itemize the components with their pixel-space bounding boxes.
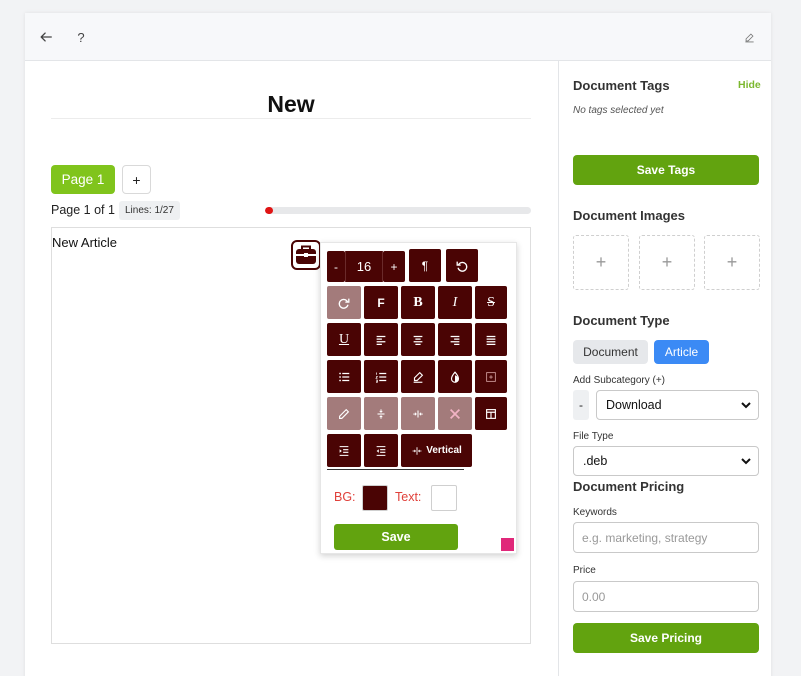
italic-button[interactable]: I [438, 286, 472, 319]
text-color-label: Text: [395, 490, 422, 504]
align-center-icon[interactable] [401, 323, 435, 356]
underline-button[interactable]: U [327, 323, 361, 356]
bullet-list-icon[interactable] [327, 360, 361, 393]
align-right-icon[interactable] [438, 323, 472, 356]
editor-card: ? New Page 1 + Page 1 of 1 Lines: 1/27 N… [25, 13, 771, 676]
indent-icon[interactable] [327, 434, 361, 467]
lines-progress-bar [265, 207, 531, 214]
pricing-heading: Document Pricing [573, 479, 685, 494]
vertical-split-icon [412, 446, 422, 455]
document-title: New [267, 91, 315, 117]
price-input[interactable]: 0.00 [573, 581, 759, 612]
split-column-icon[interactable] [401, 397, 435, 430]
toolbox-save-button[interactable]: Save [334, 524, 458, 550]
lines-progress-fill [265, 207, 273, 214]
sidebar: Document Tags Hide No tags selected yet … [558, 61, 771, 676]
font-size-decrease-button[interactable]: - [327, 251, 345, 282]
undo-icon[interactable] [446, 249, 478, 282]
type-document-button[interactable]: Document [573, 340, 648, 364]
save-tags-button[interactable]: Save Tags [573, 155, 759, 185]
highlight-pen-icon[interactable] [401, 360, 435, 393]
tab-page-1[interactable]: Page 1 [51, 165, 115, 194]
file-type-value: .deb [583, 454, 608, 468]
subcategory-select[interactable]: Download [596, 390, 759, 420]
strikethrough-button[interactable]: S [475, 286, 507, 319]
no-tags-text: No tags selected yet [573, 105, 664, 116]
briefcase-icon[interactable] [291, 240, 321, 270]
remove-subcategory-button[interactable]: - [573, 390, 589, 420]
images-heading: Document Images [573, 208, 685, 223]
toolbox-divider [327, 469, 464, 470]
split-row-icon[interactable] [364, 397, 398, 430]
pencil-icon[interactable] [327, 397, 361, 430]
editor-content[interactable]: New Article [52, 235, 117, 250]
help-button[interactable]: ? [71, 27, 91, 47]
align-left-icon[interactable] [364, 323, 398, 356]
edit-icon[interactable] [739, 27, 759, 47]
insert-box-icon[interactable] [475, 360, 507, 393]
align-justify-icon[interactable] [475, 323, 507, 356]
numbered-list-icon[interactable] [364, 360, 398, 393]
price-label: Price [573, 565, 596, 576]
font-family-button[interactable]: F [364, 286, 398, 319]
paragraph-button[interactable]: ¶ [409, 249, 441, 282]
page-info: Page 1 of 1 [51, 203, 115, 217]
bg-color-label: BG: [334, 490, 356, 504]
document-editor-area: New Page 1 + Page 1 of 1 Lines: 1/27 New… [25, 61, 558, 676]
type-article-button[interactable]: Article [654, 340, 709, 364]
font-size-increase-button[interactable]: + [383, 251, 405, 282]
add-image-slot[interactable]: + [573, 235, 629, 290]
hide-tags-link[interactable]: Hide [738, 79, 761, 91]
bg-color-swatch[interactable] [362, 485, 388, 511]
chevron-down-icon [741, 458, 751, 465]
color-drop-icon[interactable] [438, 360, 472, 393]
redo-icon[interactable] [327, 286, 361, 319]
file-type-select[interactable]: .deb [573, 446, 759, 476]
title-divider [51, 118, 531, 119]
tags-heading: Document Tags [573, 78, 670, 93]
vertical-split-label: Vertical [426, 445, 462, 456]
vertical-split-button[interactable]: Vertical [401, 434, 472, 467]
add-image-slot[interactable]: + [704, 235, 760, 290]
formatting-toolbox: - 16 + ¶ F B I S U Vertical BG: Text: Sa… [320, 242, 517, 554]
close-icon[interactable] [438, 397, 472, 430]
subcategory-label: Add Subcategory (+) [573, 375, 665, 386]
chevron-down-icon [741, 402, 751, 409]
text-color-swatch[interactable] [431, 485, 457, 511]
type-heading: Document Type [573, 313, 670, 328]
save-pricing-button[interactable]: Save Pricing [573, 623, 759, 653]
add-image-slot[interactable]: + [639, 235, 695, 290]
top-bar: ? [25, 13, 771, 61]
outdent-icon[interactable] [364, 434, 398, 467]
keywords-input[interactable]: e.g. marketing, strategy [573, 522, 759, 553]
table-icon[interactable] [475, 397, 507, 430]
arrow-left-icon[interactable] [36, 27, 56, 47]
bold-button[interactable]: B [401, 286, 435, 319]
keywords-label: Keywords [573, 507, 617, 518]
subcategory-value: Download [606, 398, 662, 412]
lines-badge: Lines: 1/27 [119, 201, 180, 220]
file-type-label: File Type [573, 431, 614, 442]
font-size-value[interactable]: 16 [345, 251, 383, 282]
add-page-button[interactable]: + [122, 165, 151, 194]
resize-handle[interactable] [501, 538, 514, 551]
